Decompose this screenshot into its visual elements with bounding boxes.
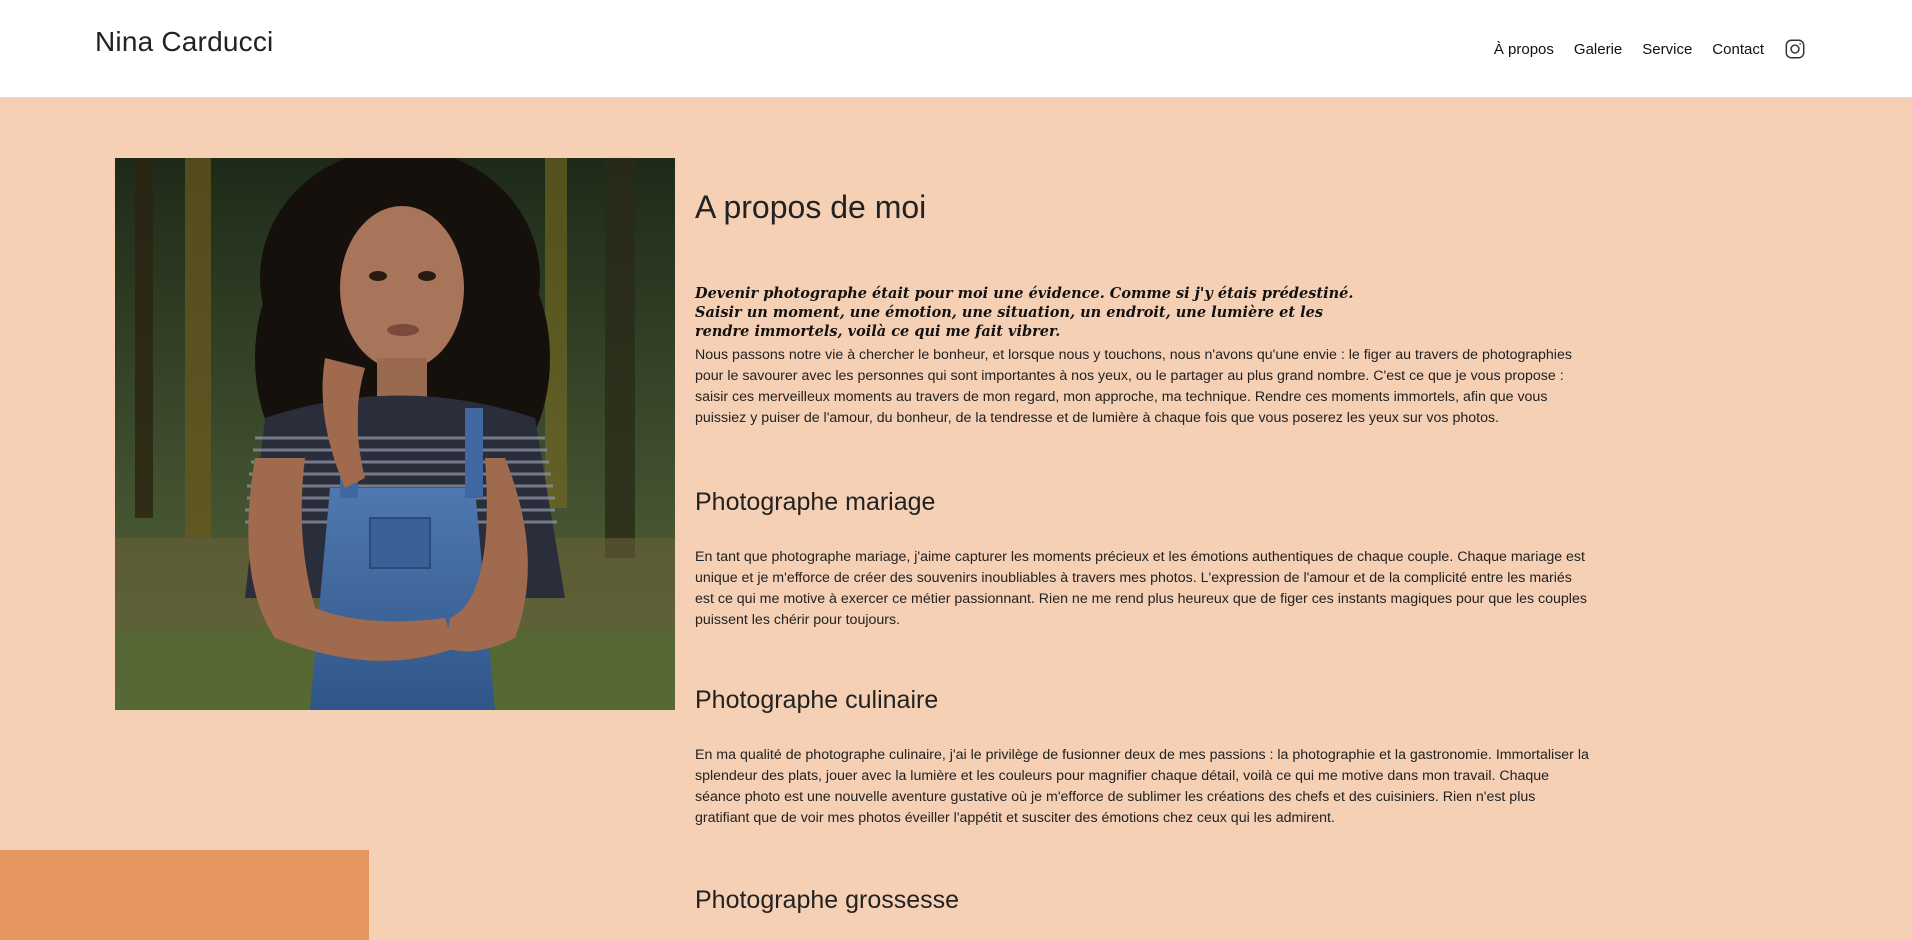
brand-name[interactable]: Nina Carducci <box>95 26 273 58</box>
nav-link-about[interactable]: À propos <box>1494 41 1554 58</box>
about-section: A propos de moi Devenir photographe étai… <box>695 158 1590 915</box>
nav-link-contact[interactable]: Contact <box>1712 41 1764 58</box>
section-title-culinary: Photographe culinaire <box>695 686 939 715</box>
main-nav: À propos Galerie Service Contact <box>1494 38 1806 60</box>
about-quote: Devenir photographe était pour moi une é… <box>695 285 1354 341</box>
portrait-photo <box>115 158 675 710</box>
instagram-icon[interactable] <box>1784 38 1806 60</box>
section-title-pregnancy: Photographe grossesse <box>695 886 960 915</box>
nav-link-gallery[interactable]: Galerie <box>1574 41 1622 58</box>
section-title-wedding: Photographe mariage <box>695 488 936 517</box>
about-title: A propos de moi <box>695 189 927 225</box>
decorative-block <box>0 850 369 940</box>
about-text: Nous passons notre vie à chercher le bon… <box>695 347 1572 427</box>
site-header: Nina Carducci À propos Galerie Service C… <box>0 0 1912 97</box>
section-text-wedding: En tant que photographe mariage, j'aime … <box>695 549 1587 629</box>
section-text-culinary: En ma qualité de photographe culinaire, … <box>695 747 1589 827</box>
nav-link-service[interactable]: Service <box>1642 41 1692 58</box>
